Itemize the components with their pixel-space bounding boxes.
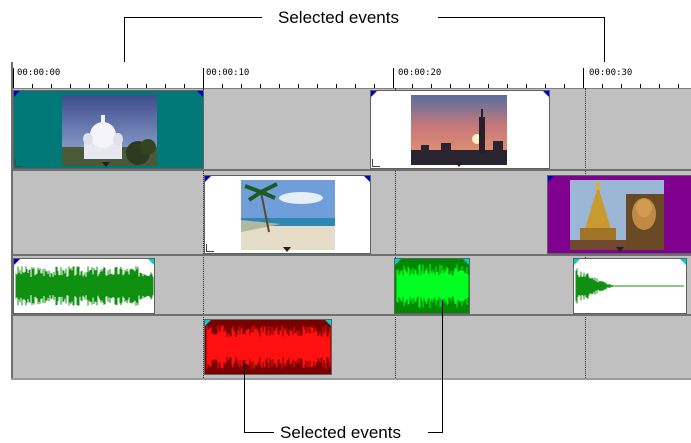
video-event-beach[interactable] xyxy=(204,175,371,254)
event-start-marker xyxy=(14,91,20,97)
audio-waveform-2 xyxy=(396,264,469,308)
sunset-skyline-thumbnail xyxy=(411,95,507,165)
timecode-20: 00:00:20 xyxy=(398,68,442,78)
video-event-sunset[interactable] xyxy=(370,90,550,169)
ruler-tick xyxy=(678,84,679,88)
audio-event-4-selected[interactable] xyxy=(204,319,332,375)
top-callout-label: Selected events xyxy=(278,8,399,27)
ruler-tick xyxy=(488,84,489,88)
timecode-10: 00:00:10 xyxy=(206,68,250,78)
audio-waveform-1 xyxy=(15,266,154,306)
ruler-tick xyxy=(621,84,622,88)
track-separator-2 xyxy=(13,254,691,256)
audio-event-3[interactable] xyxy=(573,258,687,314)
event-start-marker xyxy=(548,176,554,182)
event-thumbnail-marker xyxy=(455,162,463,167)
fade-handle-icon xyxy=(372,159,380,167)
ruler-tick xyxy=(108,84,109,88)
ruler-tick xyxy=(298,84,299,88)
timeline-bottom-border xyxy=(11,378,691,380)
video-event-pagoda-selected[interactable] xyxy=(547,175,691,254)
timecode-30: 00:00:30 xyxy=(589,68,633,78)
ruler-tick xyxy=(602,84,603,88)
top-callout-line-right xyxy=(438,17,605,18)
ruler-tick xyxy=(51,84,52,88)
ruler-tick xyxy=(184,84,185,88)
ruler-tick xyxy=(640,84,641,88)
bottom-callout-line-left-up xyxy=(244,365,245,433)
ruler-tick xyxy=(260,84,261,88)
ruler-tick xyxy=(659,84,660,88)
ruler-tick xyxy=(564,84,565,88)
ruler-tick xyxy=(70,84,71,88)
ruler-tick xyxy=(32,84,33,88)
bottom-callout-line-left xyxy=(244,432,274,433)
video-event-temple-selected[interactable] xyxy=(13,90,204,169)
top-callout-line-left xyxy=(124,17,262,18)
event-start-marker xyxy=(371,91,377,97)
ruler-tick xyxy=(89,84,90,88)
bottom-callout-line-right xyxy=(428,432,443,433)
ruler-tick xyxy=(393,68,394,88)
ruler-tick xyxy=(469,84,470,88)
bottom-callout-label: Selected events xyxy=(280,423,401,442)
ruler-tick xyxy=(222,84,223,88)
ruler-tick xyxy=(507,84,508,88)
ruler-tick xyxy=(583,68,584,88)
ruler-tick xyxy=(127,84,128,88)
audio-event-2-selected[interactable] xyxy=(394,258,470,314)
event-start-marker xyxy=(205,176,211,182)
event-thumbnail-marker xyxy=(616,247,624,252)
bottom-callout-line-right-up xyxy=(442,300,443,433)
audio-event-1[interactable] xyxy=(13,258,155,314)
audio-waveform-3 xyxy=(575,268,684,304)
ruler-tick xyxy=(412,84,413,88)
ruler-tick xyxy=(336,84,337,88)
track-separator-3 xyxy=(13,314,691,316)
fade-handle-icon xyxy=(206,244,214,252)
ruler-tick xyxy=(203,68,204,88)
timecode-0: 00:00:00 xyxy=(17,68,61,78)
ruler-tick xyxy=(431,84,432,88)
event-end-marker xyxy=(543,91,549,97)
event-thumbnail-marker xyxy=(283,247,291,252)
ruler-tick xyxy=(545,84,546,88)
ruler-tick xyxy=(450,84,451,88)
event-end-marker xyxy=(364,176,370,182)
event-end-marker xyxy=(197,91,203,97)
temple-dome-thumbnail xyxy=(62,95,157,166)
ruler-tick xyxy=(165,84,166,88)
ruler-tick xyxy=(146,84,147,88)
time-ruler[interactable]: 00:00:00 00:00:10 00:00:20 00:00:30 xyxy=(13,62,691,89)
ruler-tick xyxy=(526,84,527,88)
ruler-tick xyxy=(279,84,280,88)
event-thumbnail-marker xyxy=(102,162,110,167)
ruler-tick xyxy=(241,84,242,88)
audio-waveform-4 xyxy=(206,325,331,369)
ruler-tick xyxy=(374,84,375,88)
beach-palm-thumbnail xyxy=(241,180,335,250)
track-separator-1 xyxy=(13,169,691,171)
ruler-tick xyxy=(355,84,356,88)
ruler-tick xyxy=(317,84,318,88)
fade-handle-icon xyxy=(15,159,23,167)
golden-pagoda-thumbnail xyxy=(570,180,664,250)
timeline[interactable]: 00:00:00 00:00:10 00:00:20 00:00:30 xyxy=(11,62,691,380)
ruler-tick xyxy=(13,68,14,88)
